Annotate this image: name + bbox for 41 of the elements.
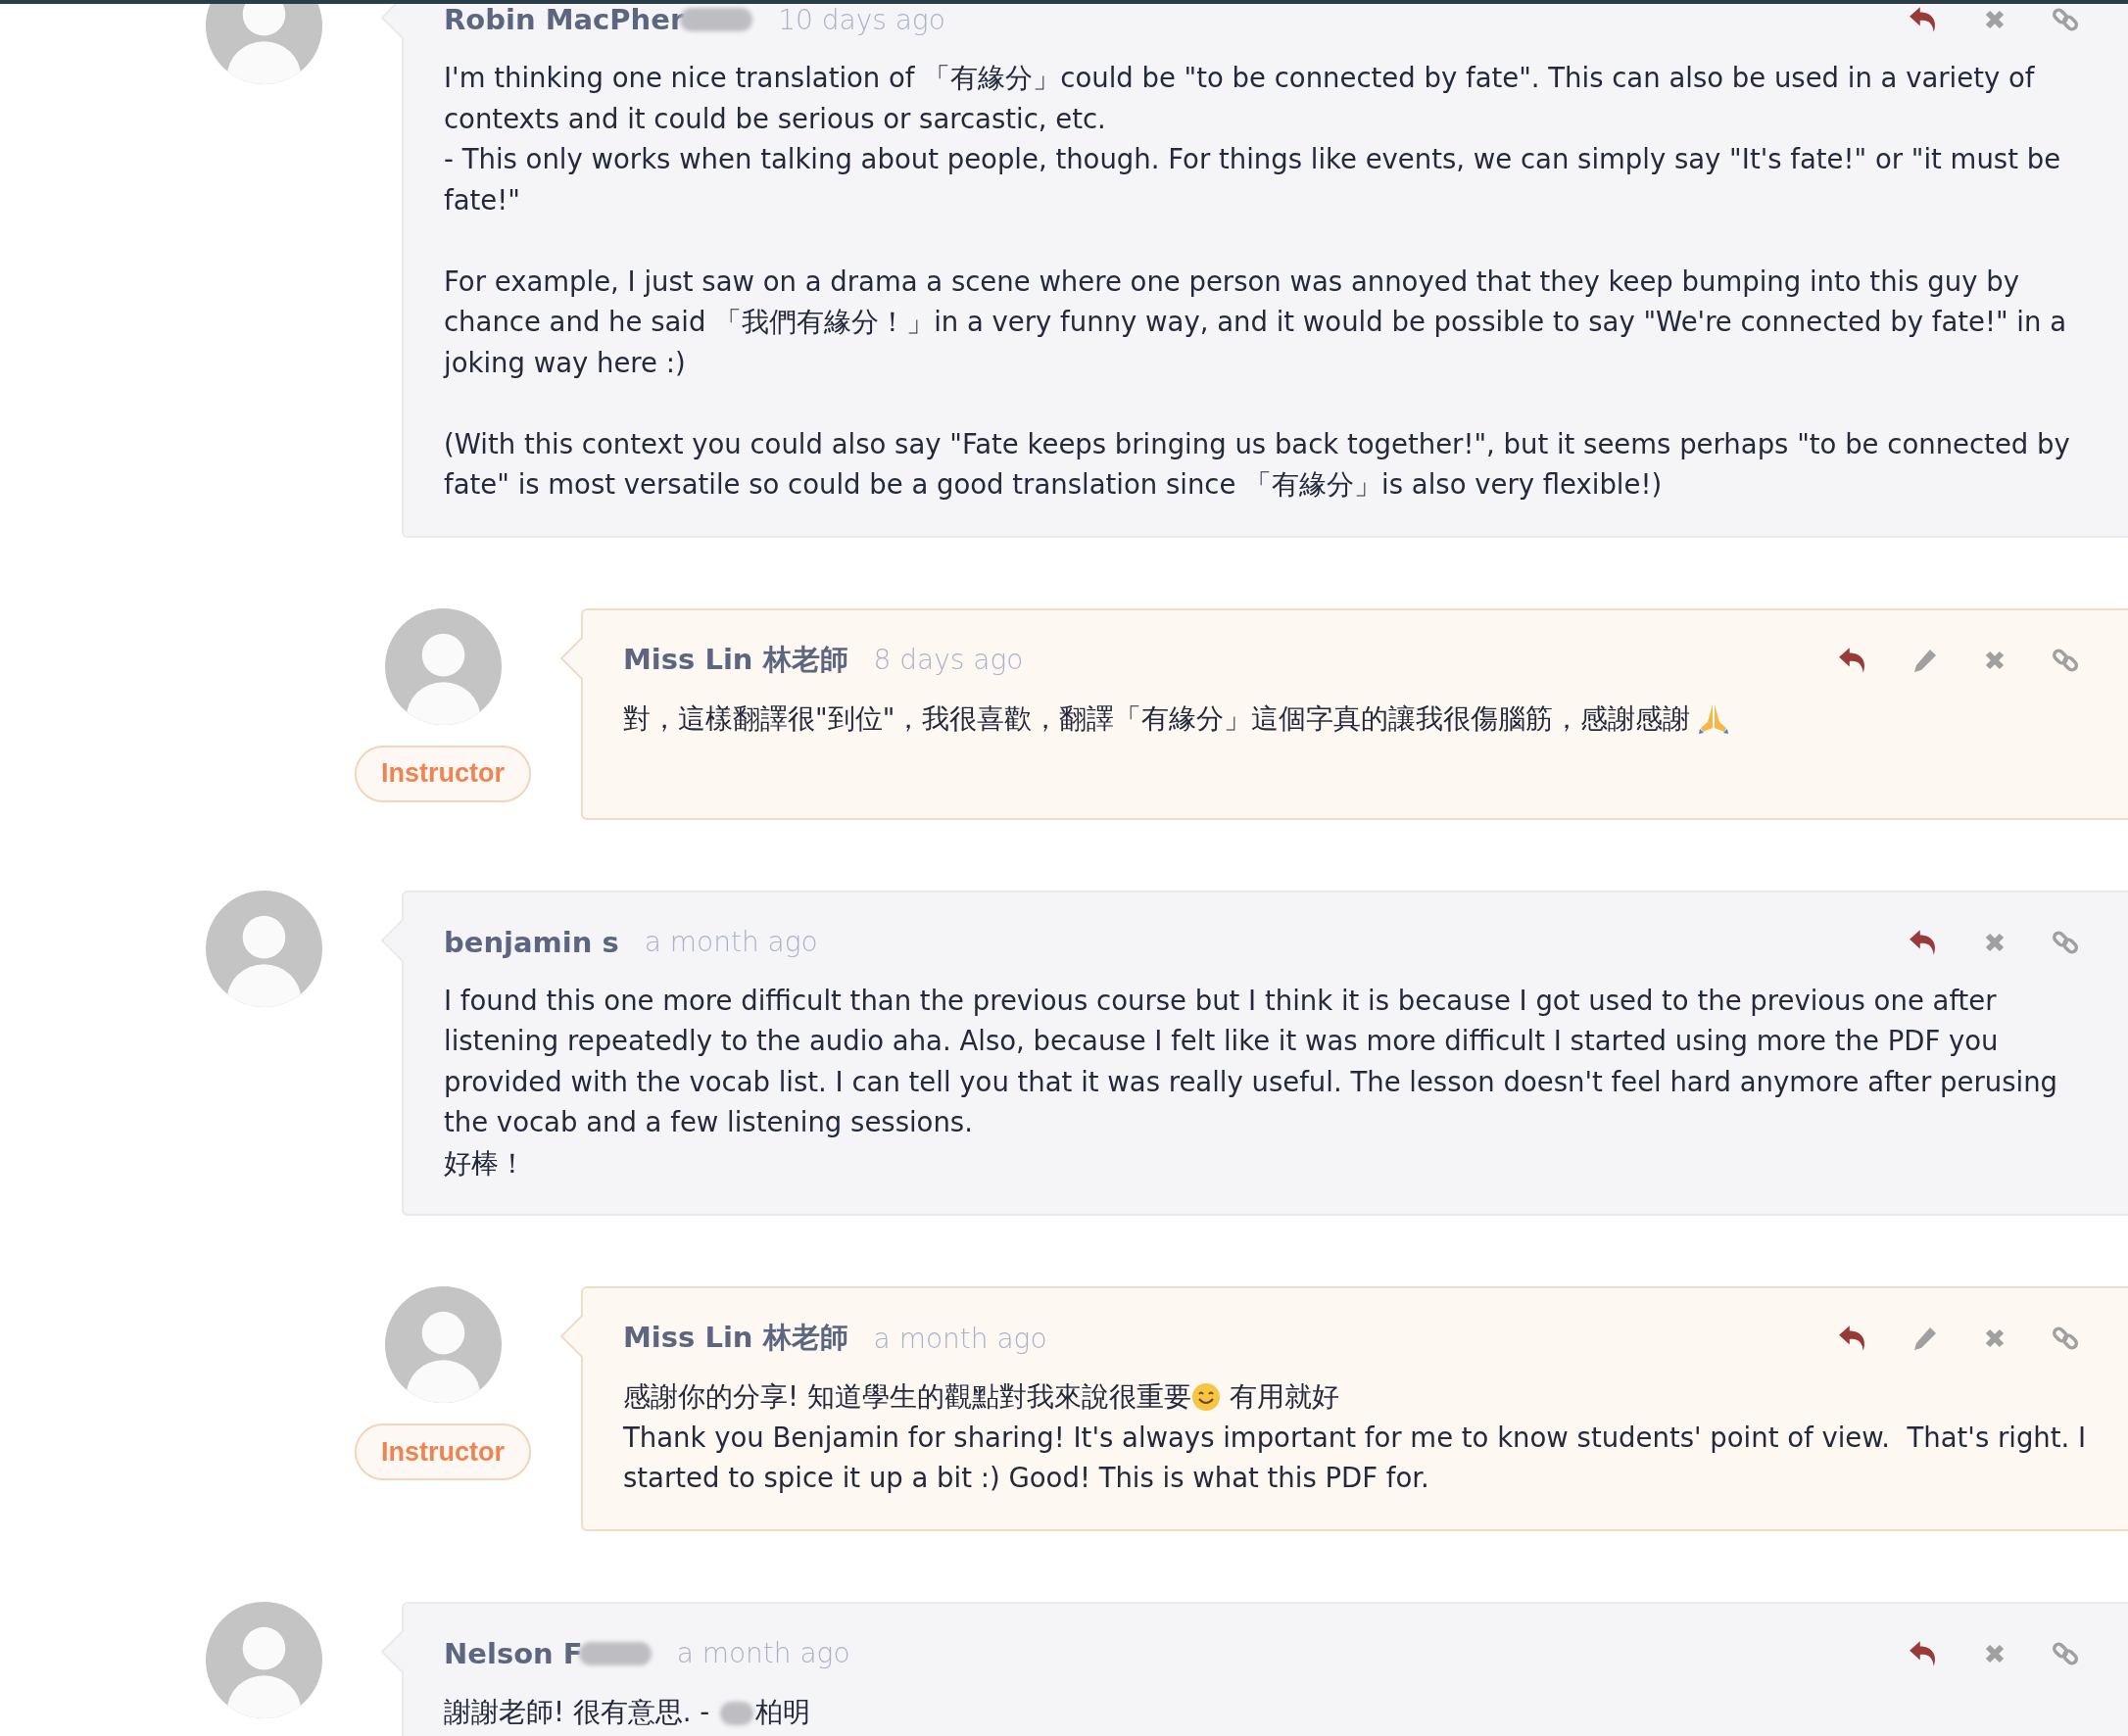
close-icon[interactable] [1983,8,2007,31]
comment-text: (With this context you could also say "Fate keeps bringing us back together!", but it seems perhaps "to be connected by fate" is most versatile so could be a good translation since 「有緣分」is also very flexible!) [444,426,2071,502]
comment-text: I found this one more difficult than the previous course but I think it is because I got used to the previous one after listening repeatedly to the audio aha. Also, because I felt like it was more difficult I started using more the PDF you provided with the vocab list. I can tell you that it was really useful. The lesson doesn't feel hard anymore after perusing the vocab and a few listening sessions. [444,983,2059,1139]
reply-icon[interactable] [1838,646,1867,674]
comment-text: For example, I just saw on a drama a scene where one person was annoyed that they keep bumping into this guy by chance and he said 「我們有緣分！」in a very funny way, and it would be possible to say "We're connected by fate!" in a joking way here :) [444,264,2067,380]
avatar-icon [384,1286,502,1403]
avatar-icon [384,607,502,725]
smiley-icon [1190,1382,1221,1412]
link-icon[interactable] [2052,6,2079,33]
instructor-badge: Instructor [355,745,531,802]
avatar-icon [205,890,322,1007]
author-name[interactable]: Robin MacPher [444,3,685,36]
reply-icon[interactable] [1838,1325,1867,1352]
timestamp: 8 days ago [873,644,1024,676]
author-name[interactable]: Miss Lin 林老師 [623,1319,848,1358]
timestamp: a month ago [676,1637,850,1669]
author-name[interactable]: benjamin s [444,925,619,959]
comment-text: 柏明 [754,1695,810,1727]
avatar-icon [205,1601,322,1718]
close-icon[interactable] [1983,1326,2007,1350]
comment-text: 有用就好 [1228,1380,1339,1412]
timestamp: a month ago [644,926,818,958]
pencil-icon[interactable] [1912,1326,1938,1351]
link-icon[interactable] [2052,1325,2079,1352]
author-name[interactable]: Miss Lin 林老師 [623,640,848,680]
author-name[interactable]: Nelson F [444,1636,583,1670]
comment-text: 謝謝老師! 很有意思. - [444,1695,711,1727]
reply-icon[interactable] [1909,6,1938,33]
reply-icon[interactable] [1909,1639,1938,1667]
instructor-badge: Instructor [355,1423,531,1480]
comment-text: 感謝你的分享! 知道學生的觀點對我來說很重要 [623,1380,1191,1412]
timestamp: 10 days ago [778,3,945,36]
timestamp: a month ago [873,1322,1047,1355]
comment-text: Thank you Benjamin for sharing! It's always important for me to know students' point of view. That's right. I started to spice it up a bit :) Good! This is what this PDF for. [623,1420,2087,1495]
pencil-icon[interactable] [1912,647,1938,673]
comment-text: I'm thinking one nice translation of 「有緣分」could be "to be connected by fate". This can also be used in a variety of contexts and it could be serious or sarcastic, etc. [444,61,2036,136]
comment-text: 好棒！ [444,1145,527,1181]
reply-icon[interactable] [1909,928,1938,956]
comment-text: - This only works when talking about people, though. For things like events, we can simply say "It's fate!" or "it must be fate!" [444,142,2062,217]
redaction-blur [719,1701,753,1725]
comment-text: 對，這樣翻譯很"到位"，我很喜歡，翻譯「有緣分」這個字真的讓我很傷腦筋，感謝感謝 [623,701,1692,734]
